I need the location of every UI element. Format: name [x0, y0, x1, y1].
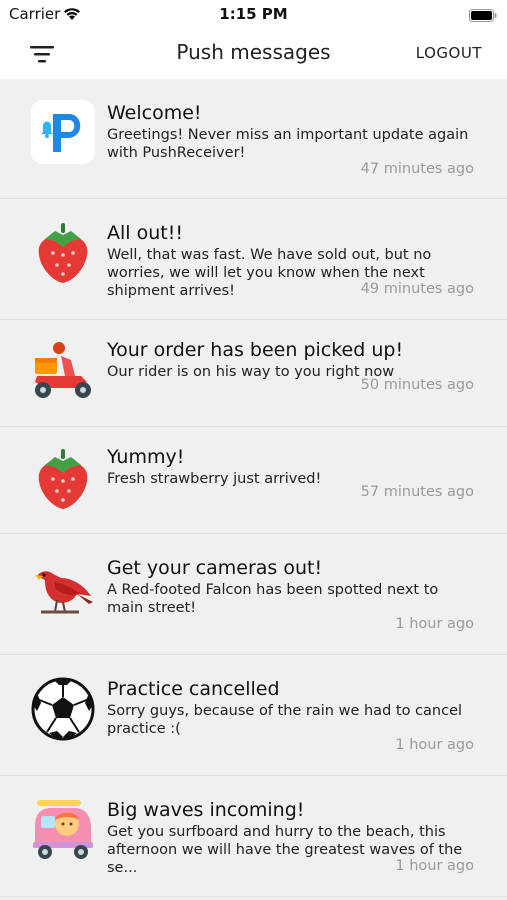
- message-item[interactable]: Practice cancelled Sorry guys, because o…: [0, 655, 507, 776]
- message-time: 47 minutes ago: [360, 161, 474, 177]
- message-item[interactable]: Welcome! Greetings! Never miss an import…: [0, 79, 507, 199]
- message-body: A Red-footed Falcon has been spotted nex…: [107, 582, 439, 616]
- message-title: Yummy!: [107, 446, 185, 468]
- nav-bar: Push messages LOGOUT: [0, 28, 507, 79]
- message-time: 49 minutes ago: [360, 281, 474, 297]
- surfer-van-icon: [31, 798, 95, 862]
- scooter-delivery-icon: [31, 338, 95, 402]
- message-item[interactable]: Big waves incoming! Get you surfboard an…: [0, 776, 507, 897]
- message-item[interactable]: Your order has been picked up! Our rider…: [0, 320, 507, 427]
- message-title: Welcome!: [107, 102, 202, 124]
- strawberry-icon: [31, 221, 95, 285]
- status-bar: Carrier 1:15 PM: [0, 0, 507, 28]
- message-item[interactable]: Yummy! Fresh strawberry just arrived! 57…: [0, 427, 507, 534]
- message-time: 1 hour ago: [395, 616, 474, 632]
- strawberry-icon: [31, 447, 95, 511]
- message-list: Welcome! Greetings! Never miss an import…: [0, 79, 507, 897]
- message-item[interactable]: Get your cameras out! A Red-footed Falco…: [0, 534, 507, 655]
- message-time: 50 minutes ago: [360, 377, 474, 393]
- clock: 1:15 PM: [219, 5, 288, 23]
- message-title: Get your cameras out!: [107, 557, 323, 579]
- message-time: 1 hour ago: [395, 858, 474, 874]
- message-title: Big waves incoming!: [107, 799, 305, 821]
- message-body: Greetings! Never miss an important updat…: [107, 127, 469, 161]
- message-title: All out!!: [107, 222, 183, 244]
- message-title: Practice cancelled: [107, 678, 280, 700]
- soccer-ball-icon: [31, 677, 95, 741]
- logout-button[interactable]: LOGOUT: [416, 44, 482, 62]
- pushreceiver-logo-icon: [31, 100, 95, 164]
- bird-icon: [31, 556, 95, 620]
- battery-icon: [469, 7, 497, 26]
- message-item[interactable]: All out!! Well, that was fast. We have s…: [0, 199, 507, 320]
- message-time: 1 hour ago: [395, 737, 474, 753]
- message-title: Your order has been picked up!: [107, 339, 404, 361]
- message-time: 57 minutes ago: [360, 484, 474, 500]
- message-body: Sorry guys, because of the rain we had t…: [107, 703, 463, 737]
